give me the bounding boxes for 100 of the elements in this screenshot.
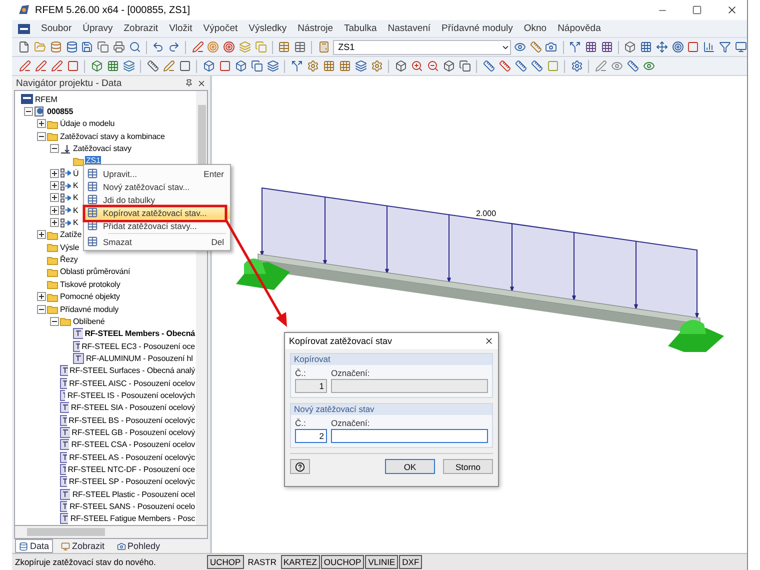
- status-toggle[interactable]: KARTEZ: [280, 555, 320, 569]
- horizontal-scrollbar[interactable]: [14, 526, 208, 539]
- square-button[interactable]: [178, 60, 191, 72]
- eye-button[interactable]: [642, 60, 655, 72]
- menu-item[interactable]: Výsledky: [248, 23, 287, 34]
- undo-button[interactable]: [152, 40, 165, 54]
- monitor-button[interactable]: [734, 40, 747, 54]
- tree-item[interactable]: Řezy: [59, 255, 79, 264]
- copy-button[interactable]: [250, 60, 263, 72]
- dialog-button[interactable]: Storno: [443, 459, 493, 474]
- close-icon[interactable]: [197, 78, 206, 88]
- tree-item[interactable]: Ú: [72, 168, 80, 178]
- tree-item[interactable]: K: [72, 218, 80, 228]
- help-button[interactable]: [290, 459, 310, 474]
- ruler-button[interactable]: [626, 60, 639, 72]
- menu-item[interactable]: Vložit: [169, 23, 192, 34]
- tree-item[interactable]: RF-ALUMINUM - Posouzení hl: [85, 354, 194, 363]
- pen-button[interactable]: [191, 40, 204, 54]
- settings-button[interactable]: [306, 60, 319, 72]
- printer-button[interactable]: [112, 40, 126, 54]
- tree-item[interactable]: Výsle: [59, 242, 80, 252]
- tree-item[interactable]: Tiskové protokoly: [59, 280, 122, 289]
- status-toggle[interactable]: UCHOP: [207, 555, 244, 569]
- number-field[interactable]: 2: [295, 429, 327, 443]
- dialog-button[interactable]: OK: [385, 459, 435, 474]
- panel-tab[interactable]: Pohledy: [112, 539, 164, 553]
- status-toggle[interactable]: VLINIE: [365, 555, 398, 569]
- menu-item[interactable]: Přidat zatěžovací stavy...: [84, 219, 230, 232]
- menu-item[interactable]: Nastavení: [388, 23, 431, 34]
- collapse-toggle[interactable]: [50, 316, 59, 326]
- square-button[interactable]: [218, 60, 231, 72]
- eye-button[interactable]: [610, 60, 623, 72]
- layers-button[interactable]: [266, 60, 279, 72]
- eye-button[interactable]: [514, 40, 526, 54]
- pen-button[interactable]: [50, 60, 63, 72]
- menu-item[interactable]: Okno: [524, 23, 547, 34]
- tree-item[interactable]: Zatíže: [59, 230, 83, 240]
- table-button[interactable]: [294, 40, 306, 54]
- tree-item[interactable]: RF-STEEL GB - Posouzení ocelový: [70, 428, 196, 437]
- copy-button[interactable]: [458, 60, 471, 72]
- tree-item[interactable]: RF-STEEL SP - Posouzení ocelovýc: [68, 477, 196, 486]
- tree-item[interactable]: RF-STEEL SANS - Posouzení ocelo: [68, 502, 196, 512]
- tree-item[interactable]: Zatěžovací stavy a kombinace: [59, 132, 166, 141]
- save-button[interactable]: [80, 40, 94, 54]
- database-button[interactable]: [49, 40, 62, 54]
- tree-item[interactable]: RF-STEEL AS - Posouzení ocelovýc: [68, 452, 196, 462]
- expand-toggle[interactable]: [37, 119, 46, 128]
- filter-button[interactable]: [718, 40, 732, 54]
- panel-tab[interactable]: Data: [15, 539, 54, 553]
- ruler-button[interactable]: [498, 60, 511, 72]
- tree-item[interactable]: RF-STEEL Surfaces - Obecná analý: [68, 366, 196, 376]
- collapse-toggle[interactable]: [50, 144, 59, 154]
- grid-button[interactable]: [640, 40, 652, 54]
- tree-item[interactable]: RF-STEEL NTC-DF - Posouzení oce: [66, 464, 196, 474]
- split-button[interactable]: [568, 40, 582, 54]
- tree-item[interactable]: RF-STEEL EC3 - Posouzení oce: [80, 342, 196, 351]
- tree-item[interactable]: Pomocné objekty: [59, 292, 121, 302]
- menu-item[interactable]: Smazat Del: [84, 235, 230, 248]
- ruler-button[interactable]: [514, 60, 527, 72]
- layers-button[interactable]: [122, 60, 135, 72]
- menu-item[interactable]: Zobrazit: [124, 23, 158, 34]
- tree-item[interactable]: RF-STEEL AISC - Posouzení ocelov: [68, 378, 196, 388]
- menu-item[interactable]: Nový zatěžovací stav...: [84, 180, 230, 193]
- cube-button[interactable]: [624, 40, 637, 54]
- zoom-in-button[interactable]: [410, 60, 423, 72]
- layers-button[interactable]: [354, 60, 367, 72]
- tree-item[interactable]: Údaje o modelu: [59, 119, 116, 128]
- collapse-toggle[interactable]: [37, 304, 46, 314]
- cube-button[interactable]: [234, 60, 247, 72]
- expand-toggle[interactable]: [50, 181, 59, 190]
- chart-button[interactable]: [702, 40, 716, 54]
- tree-item[interactable]: K: [72, 206, 80, 215]
- square-button[interactable]: [66, 60, 79, 72]
- zoom-out-button[interactable]: [426, 60, 439, 72]
- tree-item[interactable]: RF-STEEL BS - Posouzení ocelovýc: [68, 416, 196, 425]
- tree-item[interactable]: K: [72, 193, 80, 202]
- tree-item[interactable]: Oblíbené: [72, 316, 106, 326]
- menu-item[interactable]: Nápověda: [558, 23, 601, 34]
- grid-button[interactable]: [600, 40, 614, 54]
- target-button[interactable]: [222, 40, 236, 54]
- menu-item[interactable]: Jdi do tabulky: [84, 193, 230, 206]
- tree-item[interactable]: RF-STEEL Members - Obecná: [84, 329, 196, 338]
- copy-button[interactable]: [96, 40, 110, 54]
- cube-button[interactable]: [202, 60, 215, 72]
- ruler-button[interactable]: [529, 40, 542, 54]
- tree-item[interactable]: 000855: [46, 107, 74, 116]
- tree-item[interactable]: K: [72, 181, 80, 190]
- tree-item[interactable]: RF-STEEL IS - Posouzení ocelových: [66, 390, 196, 400]
- status-toggle[interactable]: DXF: [399, 555, 422, 569]
- pen-button[interactable]: [594, 60, 607, 72]
- split-button[interactable]: [290, 60, 303, 72]
- ruler-button[interactable]: [146, 60, 159, 72]
- pen-button[interactable]: [162, 60, 175, 72]
- pen-button[interactable]: [34, 60, 47, 72]
- ruler-button[interactable]: [482, 60, 495, 72]
- grid-button[interactable]: [106, 60, 119, 72]
- grid-button[interactable]: [322, 60, 335, 72]
- menu-item[interactable]: Tabulka: [344, 23, 377, 34]
- expand-toggle[interactable]: [50, 218, 59, 228]
- cube-button[interactable]: [394, 60, 407, 72]
